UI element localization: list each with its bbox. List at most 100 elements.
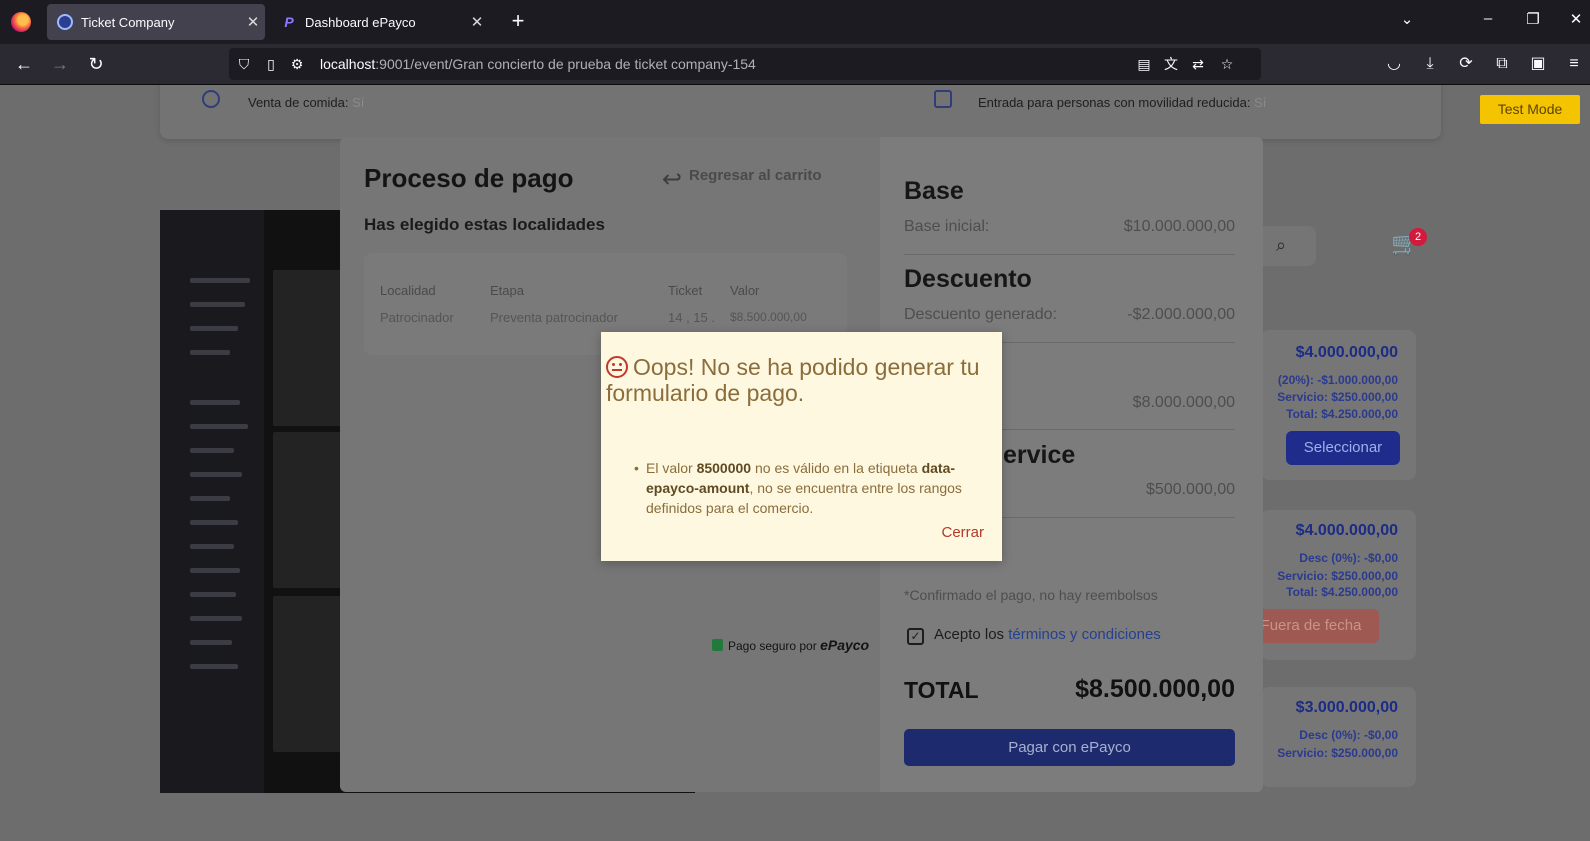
base-value: $10.000.000,00 [1123, 218, 1235, 235]
table-cell: $8.500.000,00 [730, 310, 807, 324]
return-arrow-icon[interactable]: ↩ [662, 165, 682, 194]
ticket-total: Total: $4.250.000,00 [1286, 407, 1398, 421]
ticket-service: Servicio: $250.000,00 [1277, 746, 1398, 760]
terms-checkbox[interactable]: ✓ [907, 628, 924, 645]
wheelchair-icon [934, 90, 952, 108]
translate-icon[interactable]: 文 [1161, 54, 1181, 74]
account-icon[interactable]: ▣ [1526, 52, 1550, 76]
browser-nav-bar: ← → ↻ ⛉ ▯ ⚙ localhost:9001/event/Gran co… [0, 44, 1590, 85]
downloads-icon[interactable]: ⤓ [1418, 52, 1442, 76]
pocket-icon[interactable]: ◡ [1382, 52, 1406, 76]
lock-icon [712, 639, 723, 651]
tab-title: Dashboard ePayco [305, 14, 416, 30]
translate-page-icon[interactable]: ⇄ [1188, 54, 1208, 74]
accessibility-info: Entrada para personas con movilidad redu… [978, 95, 1266, 110]
firefox-icon[interactable] [11, 12, 31, 32]
list-all-tabs-icon[interactable]: ⌄ [1395, 10, 1419, 28]
table-header: Valor [730, 283, 760, 298]
url-host: localhost [320, 56, 376, 72]
terms-label: Acepto los términos y condiciones [934, 626, 1161, 643]
back-to-cart-link[interactable]: Regresar al carrito [689, 167, 822, 184]
ticket-discount: Desc (0%): -$0,00 [1299, 728, 1398, 742]
error-value: 8500000 [696, 460, 752, 476]
ticket-price: $3.000.000,00 [1295, 699, 1398, 716]
total-label: TOTAL [904, 677, 979, 703]
discount-value: -$2.000.000,00 [1127, 306, 1235, 323]
minimize-icon[interactable]: – [1476, 10, 1500, 27]
pay-with-epayco-button[interactable]: Pagar con ePayco [904, 729, 1235, 766]
discount-row: Descuento generado: -$2.000.000,00 [904, 306, 1235, 324]
dialog-title: Oops! No se ha podido generar tu formula… [606, 354, 998, 406]
url-path: :9001/event/Gran concierto de prueba de … [375, 56, 756, 72]
table-header: Localidad [380, 283, 436, 298]
refund-note: *Confirmado el pago, no hay reembolsos [904, 587, 1158, 603]
close-tab-icon[interactable]: ✕ [241, 13, 265, 31]
shield-icon[interactable]: ⛉ [234, 54, 254, 74]
table-cell: Preventa patrocinador [490, 310, 618, 325]
chat-sidebar-image [160, 210, 264, 793]
ticket-price: $4.000.000,00 [1295, 344, 1398, 361]
ticket-option-card: $4.000.000,00 (20%): -$1.000.000,00 Serv… [1261, 330, 1416, 480]
ticket-price: $4.000.000,00 [1295, 522, 1398, 539]
terms-prefix: Acepto los [934, 626, 1005, 643]
selected-seats-heading: Has elegido estas localidades [364, 215, 605, 234]
tab-title: Ticket Company [81, 14, 175, 30]
subtotal-value: $8.000.000,00 [1132, 394, 1235, 411]
out-of-date-button[interactable]: Fuera de fecha [1243, 609, 1379, 643]
permissions-icon[interactable]: ⚙ [287, 54, 307, 74]
ticket-discount: Desc (0%): -$0,00 [1299, 551, 1398, 565]
error-message: • El valor 8500000 no es válido en la et… [634, 458, 986, 518]
discount-label: Descuento generado: [904, 306, 1057, 323]
reader-view-icon[interactable]: ▤ [1134, 54, 1154, 74]
accessibility-value: Sí [1254, 95, 1267, 110]
ticket-company-favicon-icon [57, 14, 73, 30]
error-text: El valor [646, 460, 697, 476]
secure-payment-note: Pago seguro por ePayco [712, 637, 869, 653]
ticket-option-card: $4.000.000,00 Desc (0%): -$0,00 Servicio… [1243, 510, 1416, 660]
close-tab-icon[interactable]: ✕ [465, 13, 489, 31]
food-label: Venta de comida: [248, 95, 349, 110]
secure-text: Pago seguro por [728, 639, 817, 653]
restore-icon[interactable]: ❐ [1521, 10, 1545, 28]
back-arrow-icon[interactable]: ← [12, 52, 36, 76]
discount-heading: Descuento [904, 265, 1032, 293]
terms-link[interactable]: términos y condiciones [1008, 626, 1161, 643]
dialog-title-text: Oops! No se ha podido generar tu formula… [606, 354, 980, 406]
accessibility-label: Entrada para personas con movilidad redu… [978, 95, 1251, 110]
bullet-icon: • [634, 460, 639, 476]
ticket-service: Servicio: $250.000,00 [1277, 390, 1398, 404]
reload-icon[interactable]: ↻ [84, 52, 108, 76]
ticket-discount: (20%): -$1.000.000,00 [1277, 373, 1398, 387]
ticket-option-card: $3.000.000,00 Desc (0%): -$0,00 Servicio… [1261, 687, 1416, 787]
table-cell: Patrocinador [380, 310, 454, 325]
search-input[interactable]: ⌕ [1261, 226, 1316, 266]
forward-arrow-icon[interactable]: → [48, 52, 72, 76]
sad-face-icon [606, 356, 628, 378]
table-header: Ticket [668, 283, 703, 298]
table-header: Etapa [490, 283, 524, 298]
url-bar[interactable]: ⛉ ▯ ⚙ localhost:9001/event/Gran conciert… [229, 48, 1261, 80]
tab-dashboard-epayco[interactable]: P Dashboard ePayco ✕ [271, 4, 489, 40]
base-heading: Base [904, 177, 964, 205]
menu-icon[interactable]: ≡ [1562, 52, 1586, 76]
epayco-favicon-icon: P [284, 14, 294, 30]
payment-error-dialog: Oops! No se ha podido generar tu formula… [601, 332, 1002, 561]
close-dialog-button[interactable]: Cerrar [941, 524, 984, 541]
epayco-logo-text: ePayco [820, 637, 870, 653]
extensions-icon[interactable]: ⧉ [1490, 52, 1514, 76]
window-close-icon[interactable]: ✕ [1564, 10, 1588, 28]
food-icon [202, 90, 220, 108]
new-tab-icon[interactable]: + [505, 9, 531, 35]
url-text[interactable]: localhost:9001/event/Gran concierto de p… [320, 56, 756, 72]
food-info: Venta de comida: Sí [248, 95, 364, 110]
sync-icon[interactable]: ⟳ [1454, 52, 1478, 76]
tab-ticket-company[interactable]: Ticket Company ✕ [47, 4, 265, 40]
food-value: Sí [352, 95, 365, 110]
table-cell: 14 , 15 . [668, 310, 715, 325]
select-ticket-button[interactable]: Seleccionar [1286, 431, 1400, 465]
search-icon[interactable]: ⌕ [1276, 235, 1286, 256]
browser-tab-bar: Ticket Company ✕ P Dashboard ePayco ✕ + … [0, 0, 1590, 44]
page-info-icon[interactable]: ▯ [261, 54, 281, 74]
bookmark-star-icon[interactable]: ☆ [1217, 54, 1237, 74]
base-row: Base inicial: $10.000.000,00 [904, 218, 1235, 236]
